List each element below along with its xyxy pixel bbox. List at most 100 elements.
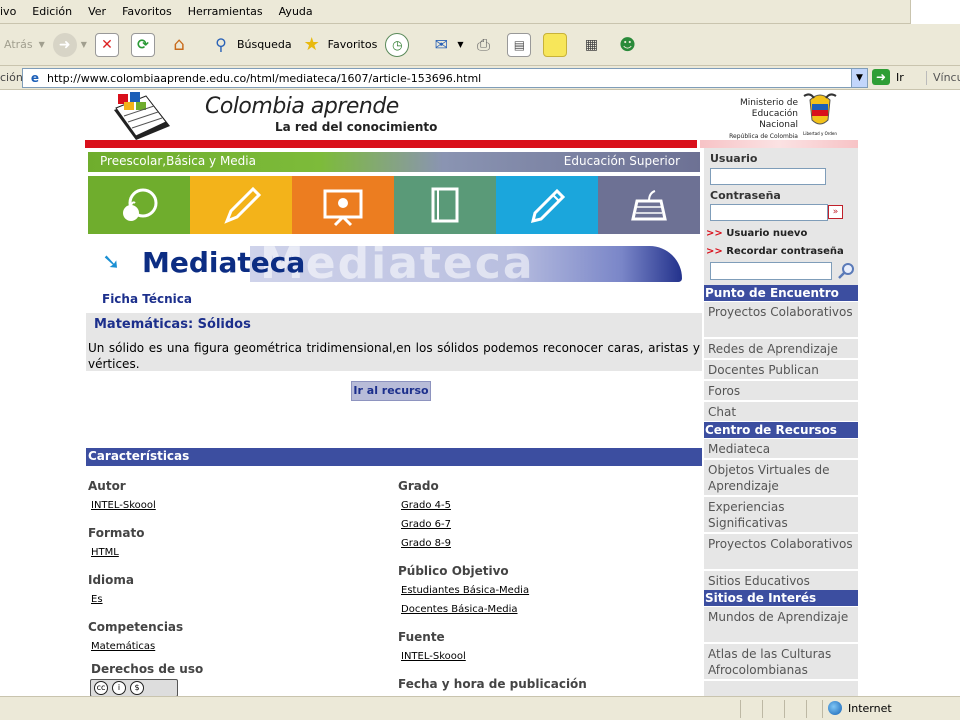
language-link[interactable]: Es — [91, 594, 103, 605]
chevron-down-icon: ▼ — [80, 40, 87, 49]
pen-icon — [530, 188, 566, 224]
sidebar-item-proyectos-colaborativos[interactable]: Proyectos Colaborativos — [704, 302, 858, 338]
forward-button[interactable]: ➜ ▼ — [52, 32, 87, 57]
double-arrow-icon: >> — [706, 246, 723, 257]
site-header: Colombia aprende La red del conocimiento — [110, 92, 700, 142]
format-link[interactable]: HTML — [91, 547, 119, 558]
status-divider — [784, 700, 785, 718]
menu-tools[interactable]: Herramientas — [182, 5, 269, 18]
magnifier-icon: ⚲ — [215, 35, 227, 54]
new-user-label: Usuario nuevo — [726, 228, 808, 239]
favorites-label: Favoritos — [327, 38, 378, 51]
menu-view[interactable]: Ver — [82, 5, 112, 18]
puzzle-banner — [88, 176, 700, 234]
search-button[interactable]: ⚲ Búsqueda — [209, 33, 292, 57]
ministry-line-2: Educación Nacional — [751, 109, 798, 130]
username-input[interactable] — [710, 168, 826, 185]
edit-page-icon: ▤ — [507, 32, 532, 57]
password-input[interactable] — [710, 204, 828, 221]
cc-nc-icon: $ — [130, 681, 144, 695]
audience-link-2[interactable]: Docentes Básica-Media — [401, 604, 518, 615]
home-button[interactable]: ⌂ — [167, 33, 195, 57]
print-button[interactable]: ⎙ — [471, 33, 499, 57]
star-icon: ★ — [303, 34, 320, 55]
sidebar-item-foros[interactable]: Foros — [704, 381, 858, 401]
grade-link-2[interactable]: Grado 6-7 — [401, 519, 451, 530]
language-label: Idioma — [88, 573, 135, 587]
refresh-icon: ⟳ — [130, 32, 155, 57]
nav-preescolar-link[interactable]: Preescolar,Básica y Media — [100, 154, 256, 168]
sidebar-item-mundos-aprendizaje[interactable]: Mundos de Aprendizaje — [704, 607, 858, 643]
grade-label: Grado — [398, 479, 439, 493]
sidebar-item-objetos-virtuales[interactable]: Objetos Virtuales de Aprendizaje — [704, 460, 858, 496]
login-links: >> Usuario nuevo >> Recordar contraseña — [704, 226, 858, 266]
sidebar-item-chat[interactable]: Chat — [704, 402, 858, 422]
puzzle-piece-globe[interactable] — [88, 176, 190, 234]
login-submit-button[interactable]: » — [828, 205, 843, 219]
links-label[interactable]: Víncul — [926, 71, 960, 85]
section-punto-encuentro: Punto de Encuentro — [704, 285, 858, 301]
creative-commons-badge[interactable]: cc i $ — [90, 679, 178, 696]
search-icon[interactable] — [836, 261, 856, 281]
menu-bar: ivo Edición Ver Favoritos Herramientas A… — [0, 0, 960, 24]
grade-link-1[interactable]: Grado 4-5 — [401, 500, 451, 511]
globe-apple-icon — [123, 188, 158, 221]
author-link[interactable]: INTEL-Skoool — [91, 500, 156, 511]
site-search-input[interactable] — [710, 262, 832, 280]
mediateca-banner: Mediateca ➘ Mediateca — [100, 238, 682, 289]
competencies-link[interactable]: Matemáticas — [91, 641, 155, 652]
sidebar-item-redes-aprendizaje[interactable]: Redes de Aprendizaje — [704, 339, 858, 359]
go-button[interactable]: ➜ Ir — [872, 69, 904, 85]
menu-edit[interactable]: Edición — [26, 5, 78, 18]
cc-icon: cc — [94, 681, 108, 695]
research-button[interactable]: ▦ — [579, 33, 607, 57]
resource-title: Matemáticas: Sólidos — [94, 317, 251, 332]
mail-icon: ✉ — [434, 35, 449, 54]
sidebar-item-docentes-publican[interactable]: Docentes Publican — [704, 360, 858, 380]
source-link[interactable]: INTEL-Skoool — [401, 651, 466, 662]
sidebar-item-experiencias[interactable]: Experiencias Significativas — [704, 497, 858, 533]
refresh-button[interactable]: ⟳ — [130, 32, 159, 57]
history-button[interactable]: ◷ — [385, 32, 413, 57]
messenger-button[interactable]: ☻ — [615, 33, 643, 57]
edit-button[interactable]: ▤ — [507, 32, 535, 57]
menu-file[interactable]: ivo — [0, 5, 22, 18]
printer-icon: ⎙ — [477, 34, 490, 54]
site-subtitle: La red del conocimiento — [275, 120, 438, 134]
sidebar-item-atlas-culturas[interactable]: Atlas de las Culturas Afrocolombianas — [704, 644, 858, 680]
site-title[interactable]: Colombia aprende — [205, 94, 399, 119]
books-logo-icon[interactable] — [110, 92, 172, 144]
format-label: Formato — [88, 526, 145, 540]
resource-summary: Matemáticas: Sólidos Un sólido es una fi… — [86, 313, 702, 371]
audience-link-1[interactable]: Estudiantes Básica-Media — [401, 585, 529, 596]
back-button[interactable]: Atrás ▼ — [4, 38, 45, 51]
puzzle-piece-board[interactable] — [292, 176, 394, 234]
favorites-button[interactable]: ★ Favoritos — [300, 33, 378, 57]
grade-link-3[interactable]: Grado 8-9 — [401, 538, 451, 549]
sidebar-item-sitios-educativos[interactable]: Sitios Educativos — [704, 571, 858, 591]
puzzle-piece-pen[interactable] — [496, 176, 598, 234]
sidebar-item-proyectos-colaborativos-2[interactable]: Proyectos Colaborativos — [704, 534, 858, 570]
go-to-resource-button[interactable]: Ir al recurso — [351, 381, 431, 401]
address-input[interactable]: e http://www.colombiaaprende.edu.co/html… — [22, 68, 868, 88]
discuss-button[interactable] — [543, 32, 571, 57]
status-bar: Internet — [0, 696, 960, 720]
sidebar-item-mediateca[interactable]: Mediateca — [704, 439, 858, 459]
puzzle-piece-pencil[interactable] — [190, 176, 292, 234]
nav-superior-link[interactable]: Educación Superior — [564, 154, 680, 168]
menu-favorites[interactable]: Favoritos — [116, 5, 178, 18]
stop-button[interactable]: ✕ — [94, 32, 123, 57]
remember-password-link[interactable]: >> Recordar contraseña — [706, 246, 844, 257]
chevron-down-icon[interactable]: ▼ — [851, 69, 867, 87]
menu-help[interactable]: Ayuda — [273, 5, 319, 18]
new-user-link[interactable]: >> Usuario nuevo — [706, 228, 807, 239]
sidebar-item-cut-off[interactable] — [704, 681, 858, 696]
puzzle-piece-book[interactable] — [394, 176, 496, 234]
crest-caption: Libertad y Orden — [803, 131, 837, 136]
forward-arrow-icon: ➜ — [52, 32, 77, 57]
puzzle-piece-keyboard[interactable] — [598, 176, 700, 234]
page-icon: e — [30, 71, 40, 85]
mail-button[interactable]: ✉ ▼ — [429, 33, 464, 57]
header-red-bar — [85, 140, 697, 148]
coat-of-arms-icon: Libertad y Orden — [803, 93, 837, 136]
